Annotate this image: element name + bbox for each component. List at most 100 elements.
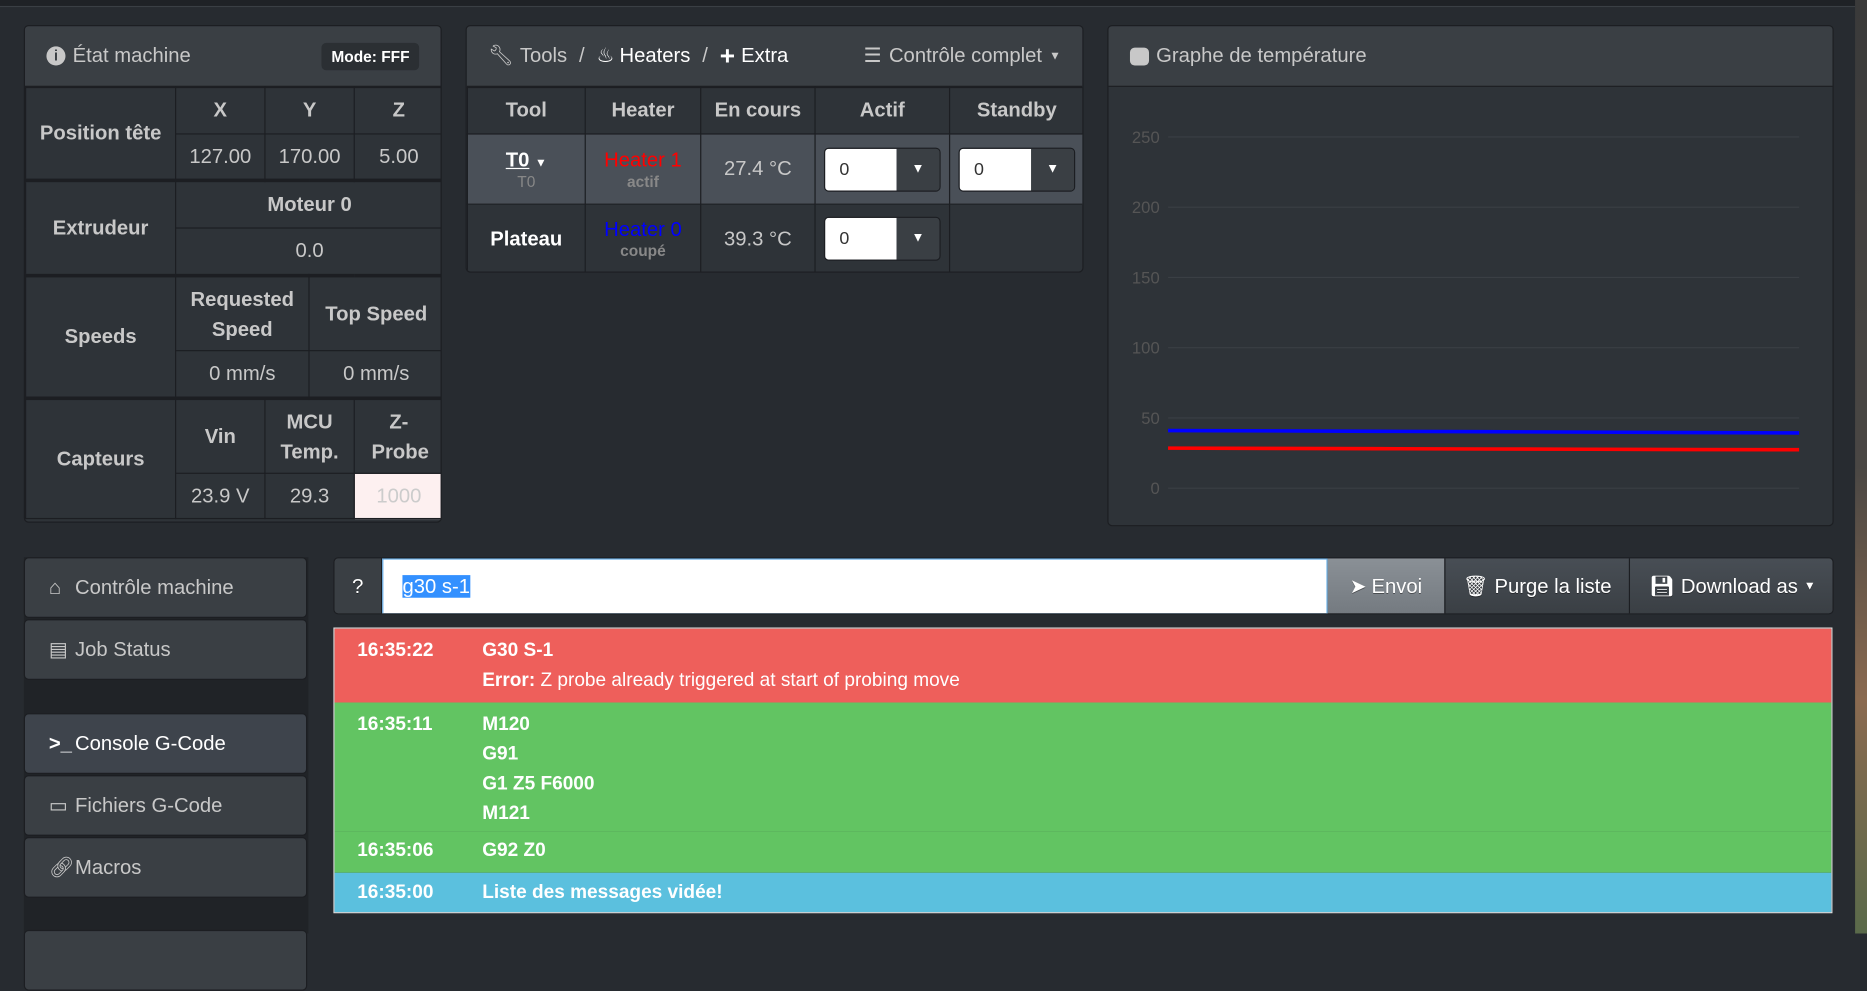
sidebar-item-gcode-console[interactable]: >_ Console G-Code bbox=[23, 713, 308, 774]
axis-z: Z bbox=[353, 86, 441, 135]
send-icon: ➤ bbox=[1349, 574, 1367, 598]
log-command: G92 Z0 bbox=[482, 840, 546, 861]
pos-y: 170.00 bbox=[264, 133, 355, 181]
tool-sub: T0 bbox=[517, 172, 536, 190]
heater-state: coupé bbox=[620, 241, 666, 260]
link-icon: 🔗︎ bbox=[48, 855, 75, 879]
purge-button[interactable]: 🗑︎ Purge la liste bbox=[1445, 558, 1631, 614]
log-command: G91 bbox=[482, 744, 519, 765]
z-probe-value: 1000 bbox=[353, 472, 441, 520]
col-standby: Standby bbox=[948, 86, 1083, 135]
y-tick-label: 250 bbox=[1132, 128, 1160, 147]
download-button[interactable]: 💾︎ Download as ▼ bbox=[1630, 558, 1833, 614]
bed-row: Plateau Heater 0 coupé 39.3 °C 0 ▼ bbox=[466, 203, 1083, 272]
tab-tools[interactable]: Tools bbox=[520, 44, 567, 68]
status-table: Position tête X Y Z 127.00 170.00 5.00 Extrud… bbox=[25, 86, 441, 520]
mcu-temp-value: 29.3 bbox=[264, 472, 355, 520]
trash-icon: 🗑︎ bbox=[1462, 574, 1489, 598]
gcode-input[interactable]: g30 s-1 bbox=[382, 558, 1328, 614]
log-entry: 16:35:11 M120 G91 G1 Z5 F6000 M121 bbox=[334, 702, 1832, 832]
panel-header: i État machine Mode: FFF bbox=[25, 26, 441, 87]
extruder-value: 0.0 bbox=[175, 227, 441, 277]
terminal-icon: >_ bbox=[48, 731, 72, 755]
y-tick-label: 50 bbox=[1141, 409, 1160, 428]
tab-heaters[interactable]: Heaters bbox=[619, 44, 690, 68]
heaters-table: Tool Heater En cours Actif Standby T0 ▼ T0 He… bbox=[466, 86, 1083, 272]
y-tick-label: 100 bbox=[1132, 339, 1160, 358]
tool-row: T0 ▼ T0 Heater 1 actif 27.4 °C 0 ▼ 0 ▼ bbox=[466, 133, 1083, 205]
log-message: Liste des messages vidée! bbox=[482, 882, 723, 903]
speeds-label: Speeds bbox=[25, 275, 177, 399]
log-time: 16:35:11 bbox=[357, 714, 433, 735]
error-label: Error: bbox=[482, 670, 536, 691]
requested-speed: 0 mm/s bbox=[175, 350, 310, 399]
send-button[interactable]: ➤ Envoi bbox=[1327, 558, 1446, 614]
heater-name[interactable]: Heater 0 bbox=[586, 218, 700, 242]
sidebar-item-label: Contrôle machine bbox=[75, 575, 234, 599]
download-label: Download as bbox=[1680, 574, 1798, 598]
caret-down-icon[interactable]: ▼ bbox=[896, 148, 940, 190]
home-icon: ⌂ bbox=[48, 575, 62, 599]
col-tool: Tool bbox=[466, 86, 586, 135]
heater-name[interactable]: Heater 1 bbox=[586, 148, 700, 172]
sidebar-item-label: Fichiers G-Code bbox=[75, 793, 223, 817]
separator: / bbox=[702, 44, 708, 67]
fire-icon: ♨ bbox=[596, 44, 615, 67]
extruder-label: Extrudeur bbox=[25, 179, 177, 277]
purge-label: Purge la liste bbox=[1494, 574, 1612, 598]
col-active: Actif bbox=[814, 86, 951, 135]
caret-down-icon[interactable]: ▼ bbox=[896, 217, 940, 260]
y-tick-label: 150 bbox=[1132, 268, 1160, 287]
sidebar-item-label: Console G-Code bbox=[75, 731, 226, 755]
requested-speed-label: Requested Speed bbox=[175, 275, 310, 352]
sidebar-item-machine-control[interactable]: ⌂ Contrôle machine bbox=[23, 557, 308, 618]
caret-down-icon: ▼ bbox=[535, 156, 547, 170]
sidebar-item-more[interactable] bbox=[23, 929, 308, 991]
panel-title: État machine bbox=[72, 44, 191, 67]
log-entry: 16:35:00 Liste des messages vidée! bbox=[334, 872, 1832, 913]
heater-state: actif bbox=[627, 172, 659, 190]
active-temp-value: 0 bbox=[825, 148, 897, 190]
panel-header: 🔧︎ Tools / ♨ Heaters / + Extra ☰ Contrôl… bbox=[466, 26, 1083, 87]
active-temp-input[interactable]: 0 ▼ bbox=[823, 147, 941, 192]
console-input-group: ? g30 s-1 ➤ Envoi 🗑︎ Purge la liste 💾︎ Down… bbox=[333, 557, 1834, 615]
y-tick-label: 200 bbox=[1132, 198, 1160, 217]
control-dropdown-label: Contrôle complet bbox=[888, 44, 1042, 67]
col-heater: Heater bbox=[584, 86, 702, 135]
sidebar-item-label: Macros bbox=[75, 855, 142, 879]
extruder-drive: Moteur 0 bbox=[175, 179, 441, 229]
current-temp: 39.3 °C bbox=[700, 203, 816, 272]
sidebar-item-macros[interactable]: 🔗︎ Macros bbox=[23, 837, 308, 898]
top-bar bbox=[0, 0, 1856, 8]
panel-title: Graphe de température bbox=[1156, 44, 1367, 67]
sidebar-item-label: Job Status bbox=[75, 637, 171, 661]
dashboard-icon bbox=[1129, 47, 1150, 65]
current-temp: 27.4 °C bbox=[700, 133, 816, 205]
mode-badge: Mode: FFF bbox=[321, 42, 420, 70]
console-log: 16:35:22 G30 S-1 Error: Z probe already tr… bbox=[333, 627, 1833, 914]
wrench-icon: 🔧︎ bbox=[488, 44, 514, 67]
log-time: 16:35:06 bbox=[357, 840, 434, 861]
sidebar-item-job-status[interactable]: ▤ Job Status bbox=[23, 619, 308, 680]
sidebar: ⌂ Contrôle machine ▤ Job Status >_ Console … bbox=[23, 557, 309, 991]
mcu-temp-label: MCU Temp. bbox=[264, 397, 355, 474]
active-temp-input[interactable]: 0 ▼ bbox=[823, 216, 941, 261]
tools-panel: 🔧︎ Tools / ♨ Heaters / + Extra ☰ Contrôl… bbox=[465, 25, 1084, 273]
standby-temp-input[interactable]: 0 ▼ bbox=[958, 147, 1076, 192]
control-dropdown[interactable]: ☰ Contrôle complet ▼ bbox=[864, 44, 1061, 68]
standby-temp-value: 0 bbox=[959, 148, 1032, 190]
help-button[interactable]: ? bbox=[334, 558, 383, 614]
log-command: M120 bbox=[482, 714, 530, 735]
tab-extra[interactable]: Extra bbox=[741, 44, 788, 68]
log-time: 16:35:00 bbox=[357, 882, 434, 903]
caret-down-icon: ▼ bbox=[1803, 579, 1816, 593]
tool-dropdown[interactable]: T0 ▼ bbox=[468, 148, 585, 172]
gcode-input-value: g30 s-1 bbox=[402, 575, 470, 598]
sidebar-item-gcode-files[interactable]: ▭ Fichiers G-Code bbox=[23, 775, 308, 836]
temperature-chart-panel: Graphe de température 0 50 100 150 200 250 bbox=[1107, 25, 1834, 527]
pos-z: 5.00 bbox=[353, 133, 441, 181]
error-message: Z probe already triggered at start of pr… bbox=[535, 670, 960, 691]
head-position-label: Position tête bbox=[25, 86, 177, 181]
series-line bbox=[1168, 446, 1800, 452]
caret-down-icon[interactable]: ▼ bbox=[1031, 148, 1075, 190]
